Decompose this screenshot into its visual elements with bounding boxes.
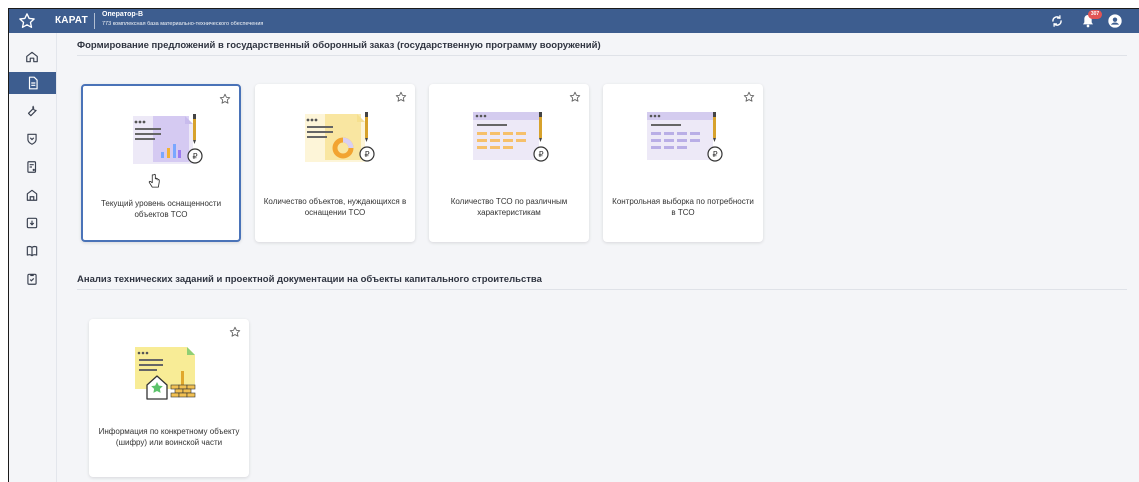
sidebar-item-library[interactable] bbox=[20, 240, 44, 262]
building-document-icon bbox=[135, 347, 196, 400]
donut-chart-document-icon: ₽ bbox=[305, 112, 375, 162]
sidebar-item-tools[interactable] bbox=[20, 100, 44, 122]
document-icon bbox=[28, 76, 38, 90]
card-label: Контрольная выборка по потребности в ТСО bbox=[612, 197, 754, 217]
book-icon bbox=[26, 245, 38, 257]
card-current-equipment-level[interactable]: ₽ Текущий уровень оснащенности объектов … bbox=[81, 84, 241, 242]
sidebar-item-security[interactable] bbox=[20, 128, 44, 150]
operator-name: Оператор-В bbox=[102, 11, 144, 18]
main-content: Формирование предложений в государственн… bbox=[57, 33, 1139, 482]
card-label: Количество ТСО по различным характеристи… bbox=[450, 197, 568, 217]
clipboard-check-icon bbox=[27, 273, 37, 285]
sidebar-item-documents[interactable] bbox=[9, 72, 56, 94]
home-icon bbox=[26, 51, 38, 63]
sidebar-item-home[interactable] bbox=[20, 46, 44, 68]
section-divider bbox=[77, 55, 1127, 56]
card-tso-by-characteristics[interactable]: ₽ Количество ТСО по различным характерис… bbox=[429, 84, 589, 242]
hand-cursor-icon bbox=[148, 173, 160, 188]
card-label: Количество объектов, нуждающихся в оснащ… bbox=[263, 197, 407, 217]
star-icon[interactable] bbox=[219, 93, 231, 105]
star-icon[interactable] bbox=[569, 91, 581, 103]
section-title-technical-analysis: Анализ технических заданий и проектной д… bbox=[77, 274, 542, 285]
section-title-defense-order: Формирование предложений в государственн… bbox=[77, 40, 601, 51]
download-icon bbox=[26, 217, 38, 229]
header-divider bbox=[94, 13, 95, 29]
table-document-purple-icon: ₽ bbox=[647, 112, 723, 162]
star-icon[interactable] bbox=[743, 91, 755, 103]
wrench-icon bbox=[27, 105, 37, 117]
sidebar bbox=[9, 33, 57, 482]
star-icon[interactable] bbox=[229, 326, 241, 338]
shield-icon bbox=[27, 133, 37, 145]
app-window: КАРАТ Оператор-В 773 комплексная база ма… bbox=[8, 8, 1139, 482]
card-label: Текущий уровень оснащенности объектов ТС… bbox=[100, 199, 222, 219]
notification-badge: 307 bbox=[1088, 10, 1102, 19]
table-document-orange-icon: ₽ bbox=[473, 112, 549, 162]
sidebar-item-objects[interactable] bbox=[20, 184, 44, 206]
app-title[interactable]: КАРАТ bbox=[55, 15, 88, 26]
sidebar-item-import[interactable] bbox=[20, 212, 44, 234]
svg-text:₽: ₽ bbox=[364, 150, 369, 159]
organization-name: 773 комплексная база материально-техниче… bbox=[102, 21, 264, 27]
bar-chart-document-icon: ₽ bbox=[133, 114, 203, 164]
svg-text:₽: ₽ bbox=[712, 150, 717, 159]
svg-text:₽: ₽ bbox=[538, 150, 543, 159]
favorites-star-icon[interactable] bbox=[18, 12, 36, 30]
sync-icon[interactable] bbox=[1050, 14, 1064, 28]
card-control-sample[interactable]: ₽ Контрольная выборка по потребности в Т… bbox=[603, 84, 763, 242]
sidebar-item-tasks[interactable] bbox=[20, 268, 44, 290]
sidebar-item-reports[interactable] bbox=[20, 156, 44, 178]
report-icon bbox=[27, 161, 37, 173]
card-label: Информация по конкретному объекту (шифру… bbox=[98, 427, 240, 447]
card-objects-needing-equipment[interactable]: ₽ Количество объектов, нуждающихся в осн… bbox=[255, 84, 415, 242]
building-icon bbox=[26, 189, 38, 201]
top-bar: КАРАТ Оператор-В 773 комплексная база ма… bbox=[9, 9, 1139, 33]
card-object-information[interactable]: Информация по конкретному объекту (шифру… bbox=[89, 319, 249, 477]
user-account-icon[interactable] bbox=[1107, 13, 1123, 29]
section-divider bbox=[77, 289, 1127, 290]
star-icon[interactable] bbox=[395, 91, 407, 103]
svg-text:₽: ₽ bbox=[192, 152, 197, 161]
